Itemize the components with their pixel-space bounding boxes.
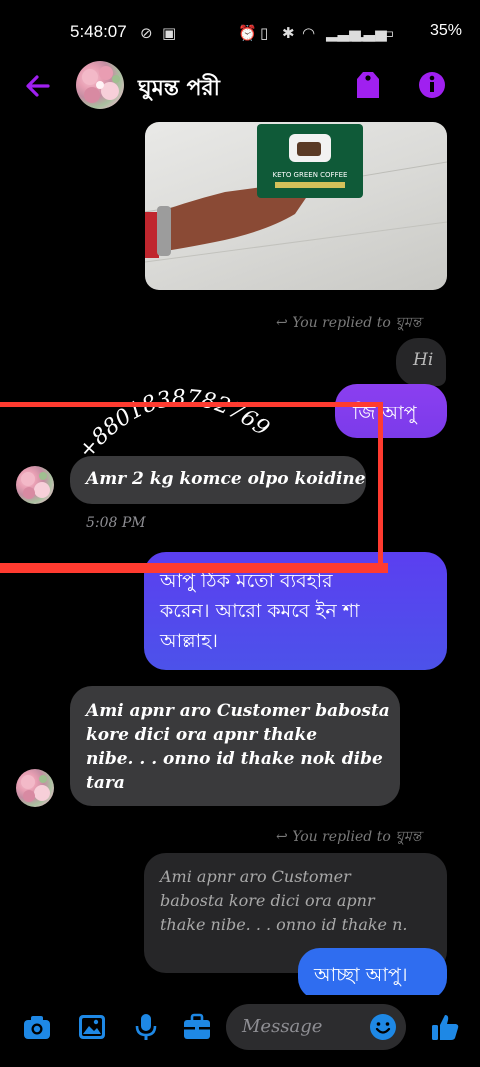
received-bubble-line: Ami apnr aro Customer babosta: [86, 701, 390, 721]
emoji-icon[interactable]: [369, 1013, 399, 1043]
received-bubble-line: kore dici ora apnr thake: [86, 725, 318, 745]
red-highlight-bar: [0, 563, 388, 573]
received-bubble-line: nibe. . . onno id thake nok dibe: [86, 749, 383, 769]
microphone-icon[interactable]: [131, 1012, 161, 1042]
tag-icon[interactable]: [355, 70, 381, 100]
reply-note-text: You replied to ঘুমন্ত: [292, 315, 422, 331]
sent-bubble-text: আচ্ছা আপু।: [314, 964, 408, 986]
reply-quote-line: thake nibe. . . onno id thake n.: [160, 915, 408, 934]
wifi-icon: ◠: [302, 24, 316, 42]
received-bubble[interactable]: Ami apnr aro Customer babosta kore dici …: [70, 686, 400, 806]
received-bubble-line: tara: [86, 773, 125, 793]
reply-quote-text: Hi: [413, 350, 434, 370]
camera-icon[interactable]: [22, 1012, 52, 1042]
contact-avatar[interactable]: [76, 61, 124, 109]
reply-quote-bubble[interactable]: Hi: [396, 338, 446, 386]
red-highlight-box: [0, 402, 383, 570]
product-photo[interactable]: KETO GREEN COFFEE: [145, 122, 447, 290]
reply-quote-line: babosta kore dici ora apnr: [160, 891, 375, 910]
info-icon[interactable]: [418, 70, 445, 100]
status-bar: 5:48:07 ⊘ ▣ ⏰ ▯ ✱ ◠ ▂▃▅ ▂▃▅ ▭ 35%: [0, 0, 480, 62]
status-time: 5:48:07: [70, 22, 127, 41]
battery-icon: ▭: [380, 24, 395, 42]
product-title: KETO GREEN COFFEE: [273, 171, 348, 179]
reply-note-text: You replied to ঘুমন্ত: [292, 829, 422, 845]
reply-quote-line: Ami apnr aro Customer: [160, 867, 351, 886]
vibrate-icon: ▯: [260, 24, 269, 42]
sent-bubble[interactable]: আচ্ছা আপু।: [298, 948, 447, 1000]
reply-note: ↩ You replied to ঘুমন্ত: [276, 825, 421, 849]
sent-bubble-line: আল্লাহ।: [160, 630, 218, 652]
reply-arrow-icon: ↩: [276, 829, 288, 845]
bluetooth-icon: ✱: [282, 24, 295, 42]
contact-name[interactable]: ঘুমন্ত পরী: [138, 71, 220, 108]
sender-avatar[interactable]: [16, 769, 54, 807]
sent-bubble-line: করেন। আরো কমবে ইন শা: [160, 600, 360, 622]
briefcase-icon[interactable]: [182, 1012, 212, 1042]
sync-icon: ⊘: [140, 24, 153, 42]
reply-note: ↩ You replied to ঘুমন্ত: [276, 311, 421, 335]
battery-percent: 35%: [429, 22, 462, 39]
back-arrow-icon[interactable]: [22, 70, 54, 102]
reply-arrow-icon: ↩: [276, 315, 288, 331]
thumbs-up-icon[interactable]: [430, 1012, 460, 1042]
app-notification-icon: ▣: [162, 24, 177, 42]
gallery-icon[interactable]: [77, 1012, 107, 1042]
alarm-icon: ⏰: [238, 24, 257, 42]
message-placeholder: Message: [242, 1016, 323, 1037]
